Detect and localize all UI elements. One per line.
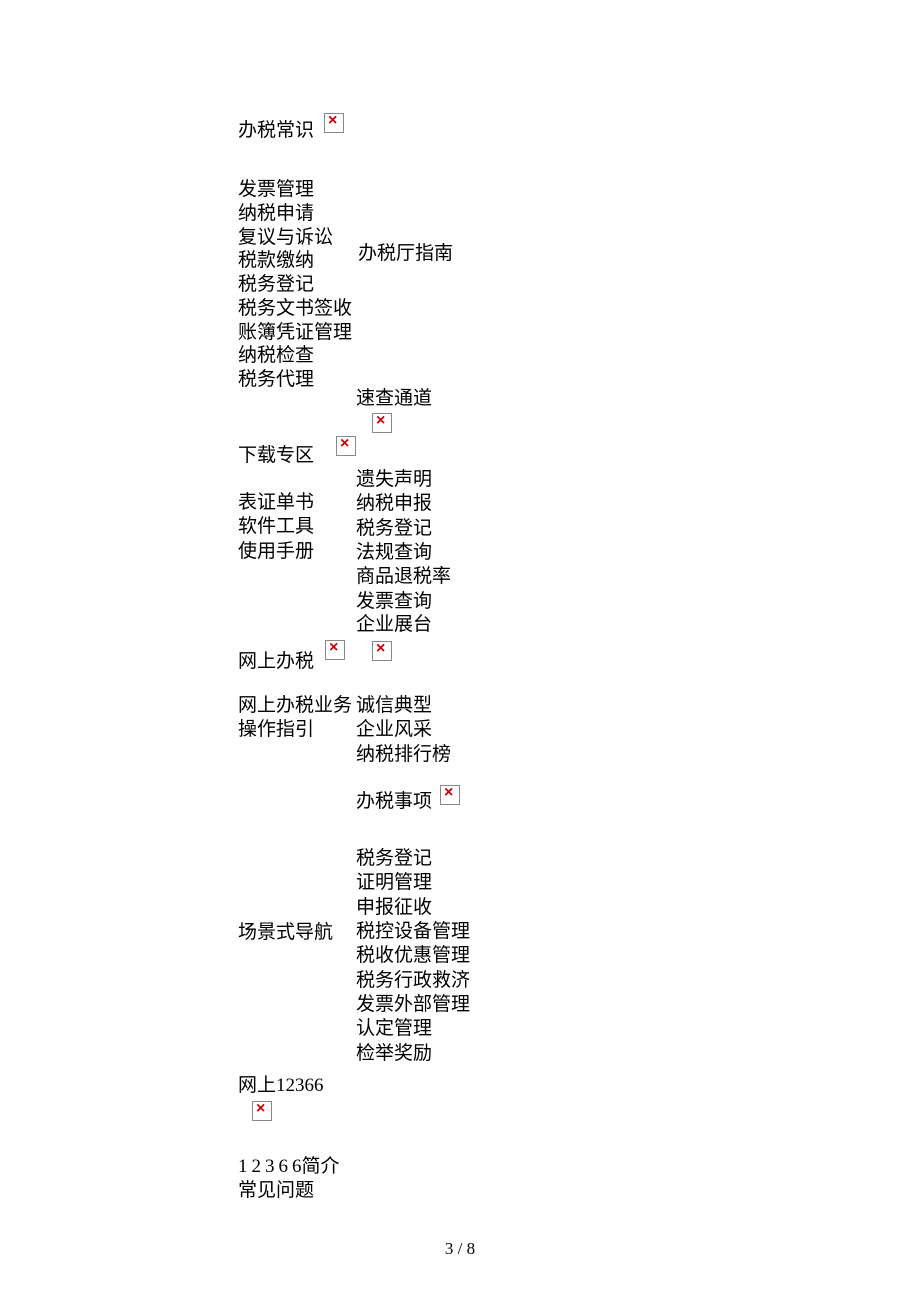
list-item[interactable]: 证明管理 xyxy=(356,871,470,895)
list-item[interactable]: 使用手册 xyxy=(238,540,314,564)
list-item[interactable]: 税务行政救济 xyxy=(356,969,470,993)
tax-knowledge-list: 发票管理 纳税申请 复议与诉讼 税款缴纳 税务登记 税务文书签收 账簿凭证管理 … xyxy=(238,178,352,392)
list-item[interactable]: 网上办税业务 xyxy=(238,694,352,718)
broken-image-icon xyxy=(252,1101,272,1121)
list-item[interactable]: 发票管理 xyxy=(238,178,352,202)
tax-knowledge-title: 办税常识 xyxy=(238,120,314,141)
broken-image-icon xyxy=(325,640,345,660)
list-item[interactable]: 账簿凭证管理 xyxy=(238,321,352,345)
list-item[interactable]: 遗失声明 xyxy=(356,468,451,492)
list-item[interactable]: 企业风采 xyxy=(356,718,451,742)
list-item[interactable]: 税控设备管理 xyxy=(356,920,470,944)
list-item[interactable]: 表证单书 xyxy=(238,491,314,515)
list-item[interactable]: 纳税检查 xyxy=(238,344,352,368)
list-item[interactable]: 软件工具 xyxy=(238,515,314,539)
online-12366-title: 网上12366 xyxy=(238,1074,324,1099)
list-item[interactable]: 税务登记 xyxy=(356,517,451,541)
enterprise-showcase-title: 企业展台 xyxy=(356,613,432,638)
list-item[interactable]: 常见问题 xyxy=(238,1179,340,1203)
quick-lookup-title: 速查通道 xyxy=(356,387,432,412)
list-item[interactable]: 税务文书签收 xyxy=(238,297,352,321)
scenario-nav-title[interactable]: 场景式导航 xyxy=(238,921,333,946)
broken-image-icon xyxy=(440,785,460,805)
list-item[interactable]: 认定管理 xyxy=(356,1017,470,1041)
broken-image-icon xyxy=(324,113,344,133)
list-item[interactable]: 纳税申报 xyxy=(356,492,451,516)
list-item[interactable]: 发票外部管理 xyxy=(356,993,470,1017)
list-item[interactable]: 税务登记 xyxy=(356,847,470,871)
download-area-title: 下载专区 xyxy=(238,444,314,469)
list-item[interactable]: 检举奖励 xyxy=(356,1042,470,1066)
tax-matters-list: 税务登记 证明管理 申报征收 税控设备管理 税收优惠管理 税务行政救济 发票外部… xyxy=(356,847,470,1066)
list-item[interactable]: 商品退税率 xyxy=(356,565,451,589)
list-item[interactable]: 法规查询 xyxy=(356,541,451,565)
list-item[interactable]: 纳税排行榜 xyxy=(356,743,451,767)
list-item[interactable]: 税收优惠管理 xyxy=(356,944,470,968)
enterprise-showcase-list: 诚信典型 企业风采 纳税排行榜 xyxy=(356,694,451,767)
list-item[interactable]: 诚信典型 xyxy=(356,694,451,718)
list-item[interactable]: 税款缴纳 xyxy=(238,249,352,273)
online-tax-title: 网上办税 xyxy=(238,650,314,675)
list-item[interactable]: 申报征收 xyxy=(356,896,470,920)
list-item[interactable]: 税务登记 xyxy=(238,273,352,297)
download-area-list: 表证单书 软件工具 使用手册 xyxy=(238,491,314,564)
online-tax-list: 网上办税业务 操作指引 xyxy=(238,694,352,743)
broken-image-icon xyxy=(372,641,392,661)
list-item[interactable]: 复议与诉讼 xyxy=(238,226,352,250)
broken-image-icon xyxy=(336,436,356,456)
list-item[interactable]: 税务代理 xyxy=(238,368,352,392)
page-number: 3 / 8 xyxy=(0,1238,920,1260)
broken-image-icon xyxy=(372,413,392,433)
list-item[interactable]: 12366简介 xyxy=(238,1155,340,1179)
list-item[interactable]: 发票查询 xyxy=(356,590,451,614)
list-item[interactable]: 操作指引 xyxy=(238,718,352,742)
quick-lookup-list: 遗失声明 纳税申报 税务登记 法规查询 商品退税率 发票查询 xyxy=(356,468,451,614)
list-item[interactable]: 纳税申请 xyxy=(238,202,352,226)
tax-hall-guide-label[interactable]: 办税厅指南 xyxy=(358,242,453,267)
tax-matters-title: 办税事项 xyxy=(356,790,432,815)
online-12366-list: 12366简介 常见问题 xyxy=(238,1155,340,1204)
